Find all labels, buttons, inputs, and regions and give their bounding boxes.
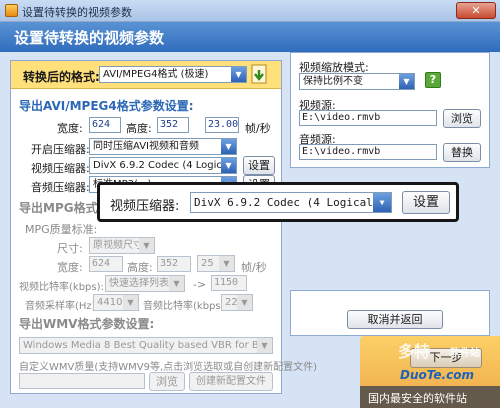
wmv-profile-select[interactable]: Windows Media 8 Best Quality based VBR f… bbox=[19, 337, 273, 354]
mpg-abitrate-select[interactable]: 224 ▼ bbox=[221, 294, 253, 311]
audio-source-input[interactable]: E:\video.rmvb bbox=[299, 144, 437, 160]
popup-settings-button[interactable]: 设置 bbox=[402, 191, 450, 214]
format-select[interactable]: AVI/MPEG4格式 (极速) ▼ bbox=[99, 66, 247, 83]
mpg-bitrate-value: 快速选择列表 bbox=[109, 278, 169, 289]
left-panel: 转换后的格式: AVI/MPEG4格式 (极速) ▼ 导出AVI/MPEG4格式… bbox=[10, 60, 317, 394]
mpg-bitrate-input[interactable]: 1150 bbox=[211, 275, 247, 291]
avi-acodec-label: 音频压缩器: bbox=[31, 181, 90, 194]
wmv-hint: 自定义WMV质量(支持WMV9等,点击浏览选取或自创建新配置文件) bbox=[19, 362, 318, 373]
avi-height-label: 高度: bbox=[126, 122, 152, 135]
mpg-bitrate-arrow: -> bbox=[193, 278, 207, 291]
title-bar: 设置待转换的视频参数 ✕ bbox=[0, 0, 500, 22]
mpg-fps-value: 25 bbox=[201, 258, 214, 269]
mpg-size-label: 尺寸: bbox=[57, 242, 83, 255]
header-bar: 设置待转换的视频参数 bbox=[0, 22, 500, 52]
chevron-down-icon[interactable]: ▼ bbox=[373, 193, 391, 212]
audio-replace-button[interactable]: 替换 bbox=[443, 143, 481, 162]
vcodec-zoom-callout: 视频压缩器: DivX 6.9.2 Codec (4 Logical CPU ▼… bbox=[97, 182, 459, 222]
wmv-profile-path-input[interactable] bbox=[19, 373, 145, 389]
page-title: 设置待转换的视频参数 bbox=[14, 29, 165, 47]
mpg-fps-select[interactable]: 25 ▼ bbox=[197, 255, 235, 272]
mpg-bitrate-select[interactable]: 快速选择列表 ▼ bbox=[105, 275, 185, 292]
window-title: 设置待转换的视频参数 bbox=[22, 6, 132, 19]
mpg-width-input[interactable]: 624 bbox=[89, 256, 123, 272]
chevron-down-icon[interactable]: ▼ bbox=[219, 256, 234, 271]
chevron-down-icon[interactable]: ▼ bbox=[237, 295, 252, 310]
mpg-bitrate-label: 视频比特率(kbps): bbox=[19, 282, 104, 293]
chevron-down-icon[interactable]: ▼ bbox=[169, 276, 184, 291]
wmv-profile-value: Windows Media 8 Best Quality based VBR f… bbox=[23, 340, 272, 351]
mpg-fps-unit: 帧/秒 bbox=[241, 261, 267, 274]
mpg-height-input[interactable]: 352 bbox=[157, 256, 191, 272]
app-icon bbox=[5, 4, 18, 17]
avi-section-title: 导出AVI/MPEG4格式参数设置: bbox=[19, 99, 194, 113]
right-panel: 视频缩放模式: 保持比例不变 ▼ ? 视频源: E:\video.rmvb 浏览… bbox=[290, 52, 490, 168]
scale-select[interactable]: 保持比例不变 ▼ bbox=[299, 73, 415, 90]
format-select-value: AVI/MPEG4格式 (极速) bbox=[103, 69, 209, 80]
cancel-return-button[interactable]: 取消并返回 bbox=[347, 310, 443, 329]
avi-fps-input[interactable]: 23.00 bbox=[205, 117, 239, 133]
chevron-down-icon[interactable]: ▼ bbox=[221, 139, 236, 154]
avi-compressor-value: 同时压缩AVI视频和音频 bbox=[93, 141, 199, 152]
mpg-height-label: 高度: bbox=[127, 261, 153, 274]
logo-slogan: 国内最安全的软件站 bbox=[368, 392, 467, 405]
chevron-down-icon[interactable]: ▼ bbox=[399, 74, 414, 89]
avi-height-input[interactable]: 352 bbox=[157, 117, 189, 133]
mpg-width-label: 宽度: bbox=[57, 261, 83, 274]
avi-fps-unit: 帧/秒 bbox=[245, 122, 271, 135]
popup-vcodec-value: DivX 6.9.2 Codec (4 Logical CPU bbox=[194, 196, 392, 209]
video-source-input[interactable]: E:\video.rmvb bbox=[299, 110, 437, 126]
format-row: 转换后的格式: AVI/MPEG4格式 (极速) ▼ bbox=[11, 61, 281, 89]
avi-compressor-label: 开启压缩器: bbox=[31, 143, 90, 156]
chevron-down-icon[interactable]: ▼ bbox=[257, 338, 272, 353]
chevron-down-icon[interactable]: ▼ bbox=[231, 67, 246, 82]
avi-vcodec-label: 视频压缩器: bbox=[31, 162, 90, 175]
duote-watermark-logo: 下一步 多特 软件站 DuoTe.com 国内最安全的软件站 bbox=[360, 336, 500, 408]
action-panel: 取消并返回 bbox=[290, 290, 490, 336]
mpg-quality-label: MPG质量标准: bbox=[25, 223, 98, 236]
mpg-size-value: 原视频尺寸 bbox=[93, 240, 143, 251]
avi-vcodec-settings-button[interactable]: 设置 bbox=[243, 156, 275, 175]
mpg-abitrate-label: 音频比特率(kbps): bbox=[143, 301, 228, 312]
avi-vcodec-value: DivX 6.9.2 Codec (4 Logical CPU bbox=[93, 160, 236, 171]
export-arrow-icon[interactable] bbox=[251, 64, 271, 86]
chevron-down-icon[interactable]: ▼ bbox=[123, 295, 138, 310]
mpg-size-select[interactable]: 原视频尺寸 ▼ bbox=[89, 237, 155, 254]
avi-compressor-select[interactable]: 同时压缩AVI视频和音频 ▼ bbox=[89, 138, 237, 155]
logo-url: DuoTe.com bbox=[400, 368, 474, 382]
avi-vcodec-select[interactable]: DivX 6.9.2 Codec (4 Logical CPU ▼ bbox=[89, 157, 237, 174]
video-browse-button[interactable]: 浏览 bbox=[443, 109, 481, 128]
close-icon[interactable]: ✕ bbox=[471, 4, 480, 17]
popup-vcodec-label: 视频压缩器: bbox=[110, 199, 180, 214]
wmv-browse-button[interactable]: 浏览 bbox=[149, 372, 185, 391]
format-label: 转换后的格式: bbox=[23, 70, 100, 84]
popup-vcodec-select[interactable]: DivX 6.9.2 Codec (4 Logical CPU ▼ bbox=[190, 192, 392, 213]
chevron-down-icon[interactable]: ▼ bbox=[221, 158, 236, 173]
avi-width-label: 宽度: bbox=[57, 122, 83, 135]
logo-text: 多特 bbox=[398, 342, 431, 361]
scale-value: 保持比例不变 bbox=[303, 76, 363, 87]
chevron-down-icon[interactable]: ▼ bbox=[139, 238, 154, 253]
mpg-samplerate-label: 音频采样率(Hz): bbox=[25, 301, 99, 312]
mpg-samplerate-select[interactable]: 44100 ▼ bbox=[93, 294, 139, 311]
wmv-section-title: 导出WMV格式参数设置: bbox=[19, 317, 155, 331]
logo-text-2: 软件站 bbox=[450, 348, 480, 359]
avi-width-input[interactable]: 624 bbox=[89, 117, 121, 133]
wmv-create-button[interactable]: 创建新配置文件 bbox=[189, 372, 273, 391]
help-icon[interactable]: ? bbox=[425, 72, 441, 88]
close-button[interactable]: ✕ bbox=[456, 2, 496, 19]
